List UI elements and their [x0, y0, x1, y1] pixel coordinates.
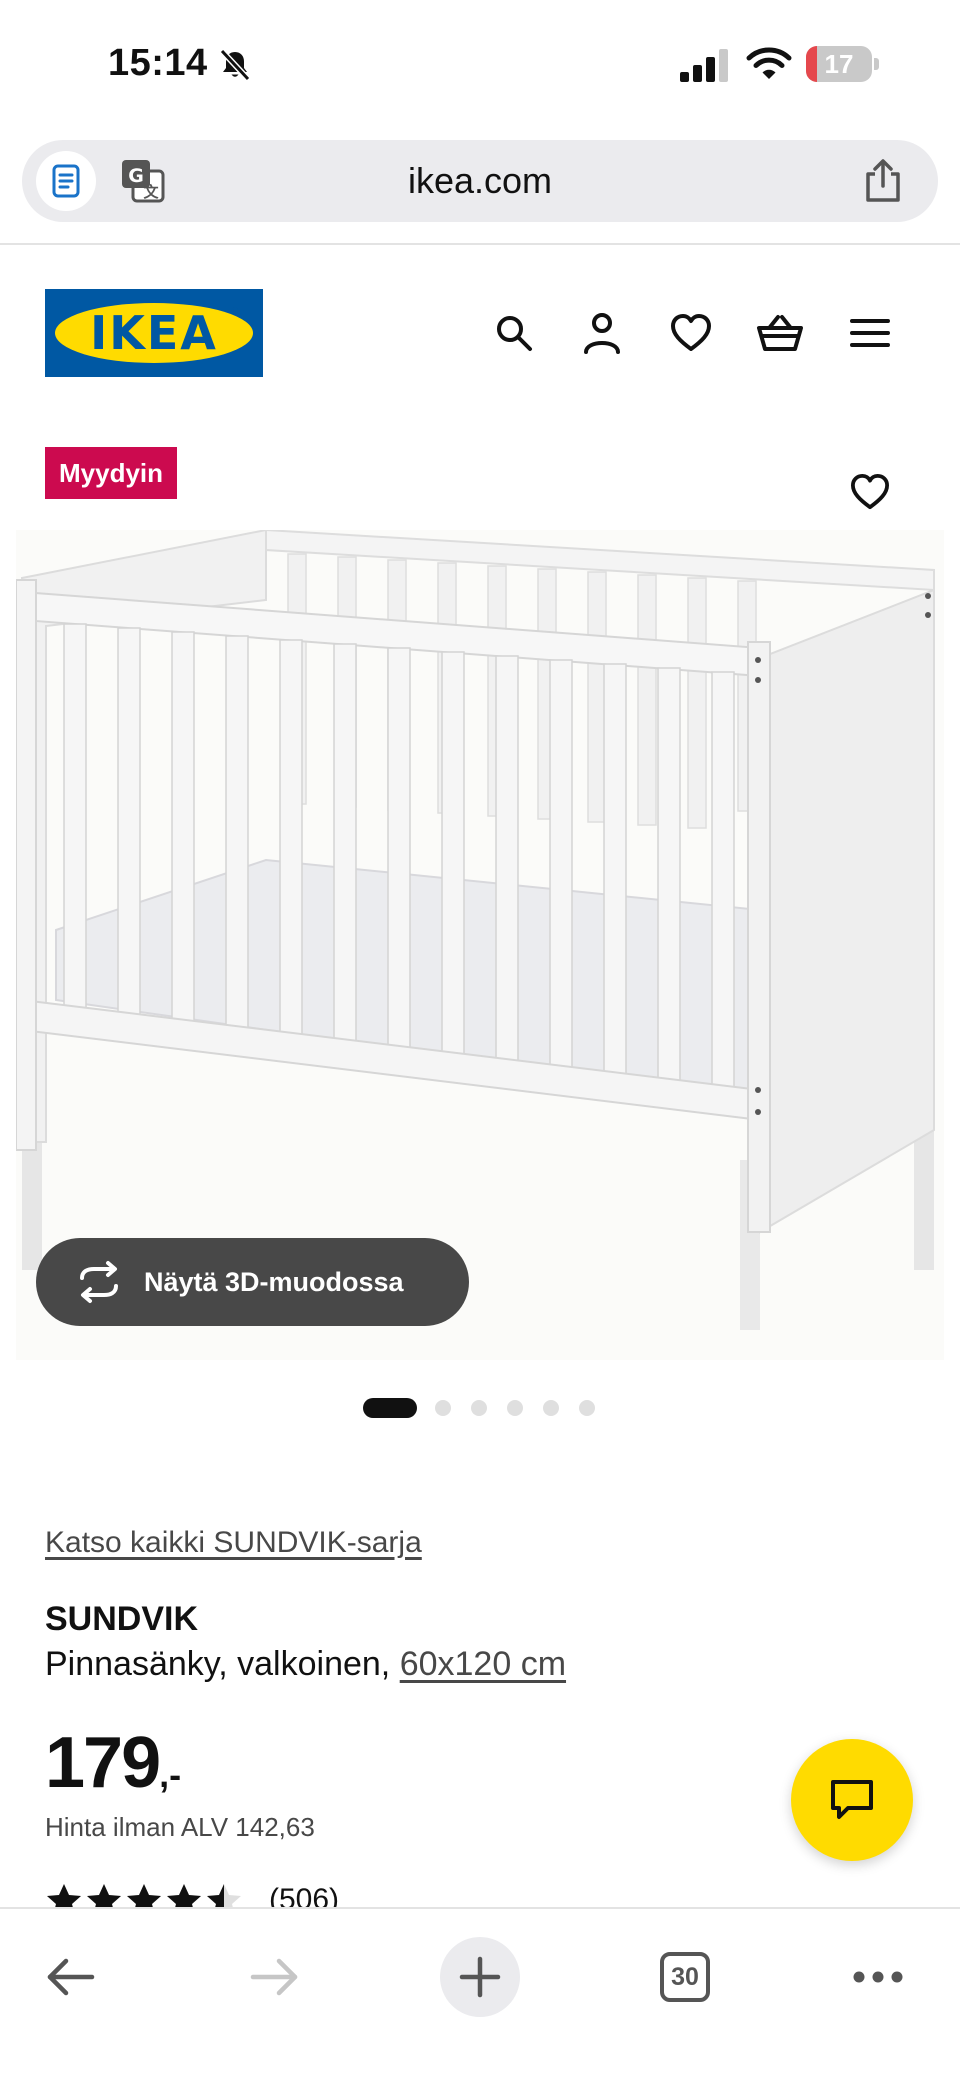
back-arrow-icon — [47, 1958, 95, 1996]
battery-body: 17 — [806, 46, 872, 82]
cart-button[interactable] — [752, 305, 808, 361]
status-time: 15:14 — [108, 42, 208, 84]
address-bar[interactable]: ikea.com G 文 — [22, 140, 938, 222]
size-link[interactable]: 60x120 cm — [400, 1645, 566, 1683]
rotate-3d-icon — [80, 1261, 118, 1303]
wishlist-heart-icon — [671, 314, 711, 351]
forward-button[interactable] — [235, 1937, 315, 2017]
search-icon — [497, 316, 532, 351]
battery-level: 17 — [824, 49, 854, 79]
reader-mode-button[interactable] — [36, 151, 96, 211]
view-3d-label: Näytä 3D-muodossa — [144, 1267, 404, 1297]
price-integer: 179 — [45, 1723, 161, 1803]
browser-toolbar: 30 — [0, 1907, 960, 2081]
carousel-dot[interactable] — [579, 1400, 595, 1416]
wishlist-button[interactable] — [663, 305, 719, 361]
status-bar: 15:14 17 — [0, 0, 960, 130]
registered-mark: ® — [231, 306, 239, 317]
battery-cap — [874, 58, 879, 70]
plus-icon — [459, 1956, 501, 1998]
translate-button[interactable]: G 文 — [118, 156, 168, 206]
more-button[interactable] — [838, 1937, 918, 2017]
tabs-button[interactable]: 30 — [645, 1937, 725, 2017]
forward-arrow-icon — [250, 1958, 298, 1996]
address-bar-divider — [0, 243, 960, 245]
tab-count: 30 — [660, 1952, 710, 2002]
more-dots-icon — [853, 1971, 903, 1983]
add-to-favourites-button[interactable] — [840, 464, 900, 520]
carousel-dot[interactable] — [363, 1398, 417, 1418]
ikea-logo[interactable]: IKEA ® — [45, 289, 263, 377]
account-icon — [584, 313, 620, 354]
reader-mode-icon — [52, 164, 80, 198]
logo-text: IKEA — [90, 306, 218, 360]
account-button[interactable] — [574, 305, 630, 361]
heart-icon — [851, 473, 889, 510]
battery-indicator: 17 — [806, 46, 879, 82]
product-name: SUNDVIK — [45, 1600, 199, 1638]
bestseller-badge: Myydyin — [45, 447, 178, 499]
share-icon — [866, 159, 900, 202]
chat-bubble-icon — [831, 1780, 873, 1819]
search-button[interactable] — [486, 305, 542, 361]
carousel-dot[interactable] — [471, 1400, 487, 1416]
product-description: Pinnasänky, valkoinen, 60x120 cm — [45, 1645, 566, 1684]
series-link[interactable]: Katso kaikki SUNDVIK-sarja — [45, 1526, 422, 1560]
carousel-dot[interactable] — [507, 1400, 523, 1416]
menu-button[interactable] — [842, 305, 898, 361]
product-description-text: Pinnasänky, valkoinen, — [45, 1645, 391, 1683]
cellular-signal-icon — [680, 49, 728, 82]
bell-slash-icon — [219, 48, 251, 82]
share-button[interactable] — [860, 158, 906, 204]
price-suffix: ,- — [159, 1754, 182, 1795]
svg-text:G: G — [128, 165, 144, 187]
new-tab-button[interactable] — [440, 1937, 520, 2017]
view-3d-button[interactable]: Näytä 3D-muodossa — [36, 1238, 469, 1326]
price: 179,- — [45, 1722, 181, 1804]
chat-button[interactable] — [791, 1739, 913, 1861]
back-button[interactable] — [30, 1937, 110, 2017]
translate-icon: G 文 — [122, 160, 165, 203]
carousel-dot[interactable] — [543, 1400, 559, 1416]
cart-icon — [757, 315, 803, 351]
carousel-dot[interactable] — [435, 1400, 451, 1416]
crib-illustration — [15, 528, 935, 1330]
product-image[interactable] — [15, 528, 944, 1360]
menu-icon — [850, 319, 890, 347]
price-without-vat: Hinta ilman ALV 142,63 — [45, 1812, 315, 1842]
wifi-icon — [746, 47, 792, 79]
svg-text:文: 文 — [143, 183, 159, 201]
